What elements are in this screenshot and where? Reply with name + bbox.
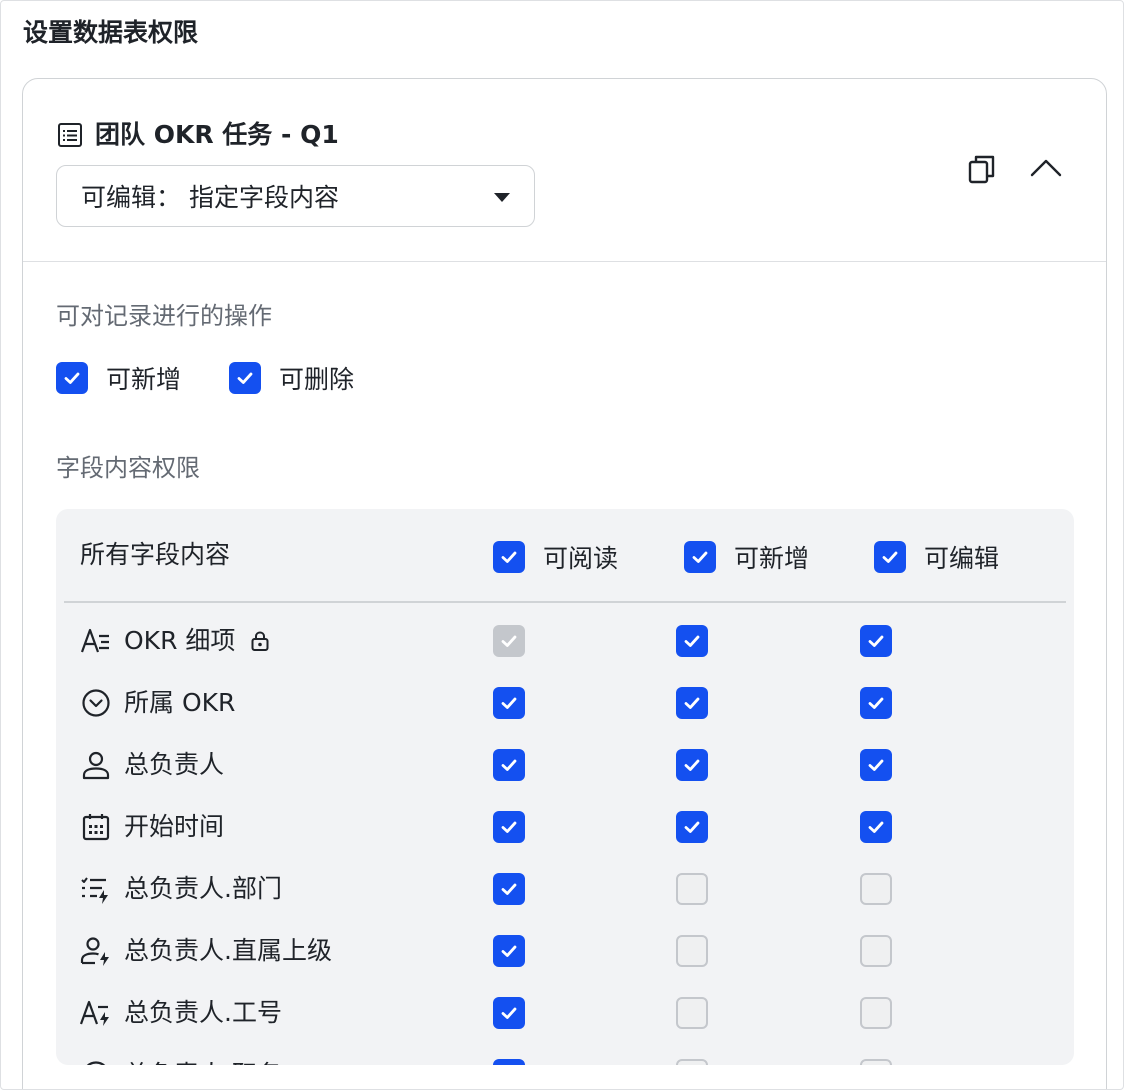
record-ops-row: 可新增 可删除 (56, 360, 402, 396)
read-checkbox[interactable] (493, 997, 525, 1029)
edit-checkbox[interactable] (860, 1059, 892, 1065)
read-checkbox[interactable] (493, 687, 525, 719)
header-divider (64, 601, 1066, 603)
person-icon (80, 749, 112, 781)
field-name-text: 总负责人.工号 (124, 998, 282, 1027)
read-checkbox (493, 625, 525, 657)
field-permissions-header: 所有字段内容 可阅读 可新增 可编辑 (56, 509, 1074, 603)
edit-checkbox[interactable] (860, 687, 892, 719)
edit-checkbox[interactable] (860, 997, 892, 1029)
table-name: 团队 OKR 任务 - Q1 (95, 120, 339, 149)
chevron-up-icon[interactable] (1029, 153, 1063, 185)
column-add-all[interactable]: 可新增 (684, 539, 809, 575)
read-checkbox[interactable] (493, 811, 525, 843)
copy-icon[interactable] (967, 153, 997, 185)
lookup-text-icon (79, 997, 112, 1029)
table-permission-card: 团队 OKR 任务 - Q1 可编辑： 指定字段内容 可对记录进行的操作 可新增 (22, 78, 1107, 1089)
can-add-record-option[interactable]: 可新增 (56, 360, 181, 396)
field-name: 总负责人.职务 (124, 1057, 282, 1065)
field-name-text: 总负责人.职务 (124, 1057, 282, 1065)
field-name-text: 总负责人 (124, 750, 225, 779)
field-permissions-panel: 所有字段内容 可阅读 可新增 可编辑 OKR 细项 所属 OKR 总负责人开始时间总… (56, 509, 1074, 1065)
field-row: 总负责人 (56, 734, 1074, 796)
read-checkbox[interactable] (493, 873, 525, 905)
add-column-label: 可新增 (734, 544, 810, 573)
page-title: 设置数据表权限 (23, 18, 199, 47)
field-name: 总负责人.工号 (124, 995, 282, 1031)
can-add-record-label: 可新增 (106, 365, 182, 394)
single-select-icon (80, 687, 112, 719)
can-delete-record-option[interactable]: 可删除 (229, 360, 354, 396)
edit-checkbox[interactable] (860, 873, 892, 905)
field-row: 总负责人.直属上级 (56, 920, 1074, 982)
edit-checkbox[interactable] (860, 811, 892, 843)
add-all-checkbox[interactable] (684, 541, 716, 573)
field-name: 总负责人 (124, 747, 224, 783)
lookup-person-icon (80, 935, 112, 967)
add-checkbox[interactable] (676, 935, 708, 967)
edit-checkbox[interactable] (860, 749, 892, 781)
read-checkbox[interactable] (493, 1059, 525, 1065)
read-all-checkbox[interactable] (493, 541, 525, 573)
read-checkbox[interactable] (493, 935, 525, 967)
field-name-text: OKR 细项 (124, 626, 236, 655)
edit-column-label: 可编辑 (924, 544, 1000, 573)
can-add-record-checkbox[interactable] (56, 362, 88, 394)
table-icon (58, 123, 82, 147)
field-row: 所属 OKR (56, 672, 1074, 734)
caret-down-icon (494, 193, 510, 202)
edit-checkbox[interactable] (860, 935, 892, 967)
card-header: 团队 OKR 任务 - Q1 可编辑： 指定字段内容 (23, 79, 1106, 262)
column-edit-all[interactable]: 可编辑 (874, 539, 999, 575)
add-checkbox[interactable] (676, 997, 708, 1029)
all-fields-label: 所有字段内容 (80, 540, 231, 569)
permission-settings-window: 设置数据表权限 团队 OKR 任务 - Q1 可编辑： 指定字段内容 可对记录进… (0, 0, 1124, 1090)
edit-checkbox[interactable] (860, 625, 892, 657)
field-name: 所属 OKR (124, 685, 235, 721)
field-row: 开始时间 (56, 796, 1074, 858)
single-select-icon (80, 1059, 112, 1065)
lookup-list-icon (80, 873, 112, 905)
column-read-all[interactable]: 可阅读 (493, 539, 618, 575)
add-checkbox[interactable] (676, 625, 708, 657)
read-checkbox[interactable] (493, 749, 525, 781)
field-row: 总负责人.工号 (56, 982, 1074, 1044)
add-checkbox[interactable] (676, 749, 708, 781)
can-delete-record-label: 可删除 (279, 365, 355, 394)
field-row: 总负责人.部门 (56, 858, 1074, 920)
can-delete-record-checkbox[interactable] (229, 362, 262, 394)
field-name: OKR 细项 (124, 623, 271, 659)
read-column-label: 可阅读 (543, 544, 619, 573)
permission-level-value: 可编辑： 指定字段内容 (81, 183, 339, 212)
calendar-icon (80, 811, 112, 843)
field-name: 开始时间 (124, 809, 224, 845)
text-field-icon (80, 625, 112, 657)
lock-icon (251, 631, 269, 651)
field-row: 总负责人.职务 (56, 1044, 1074, 1065)
add-checkbox[interactable] (676, 811, 708, 843)
field-perms-label: 字段内容权限 (56, 454, 200, 482)
field-name-text: 总负责人.部门 (124, 874, 282, 903)
record-ops-label: 可对记录进行的操作 (56, 302, 272, 330)
add-checkbox[interactable] (676, 873, 708, 905)
field-name-text: 所属 OKR (124, 688, 236, 717)
field-name: 总负责人.直属上级 (124, 933, 332, 969)
add-checkbox[interactable] (676, 687, 708, 719)
field-row: OKR 细项 (56, 610, 1074, 672)
add-checkbox[interactable] (676, 1059, 708, 1065)
edit-all-checkbox[interactable] (874, 541, 906, 573)
table-name-row: 团队 OKR 任务 - Q1 (57, 117, 339, 153)
permission-level-select[interactable]: 可编辑： 指定字段内容 (56, 165, 535, 227)
field-name-text: 总负责人.直属上级 (124, 936, 332, 965)
field-name-text: 开始时间 (124, 812, 225, 841)
field-name: 总负责人.部门 (124, 871, 282, 907)
